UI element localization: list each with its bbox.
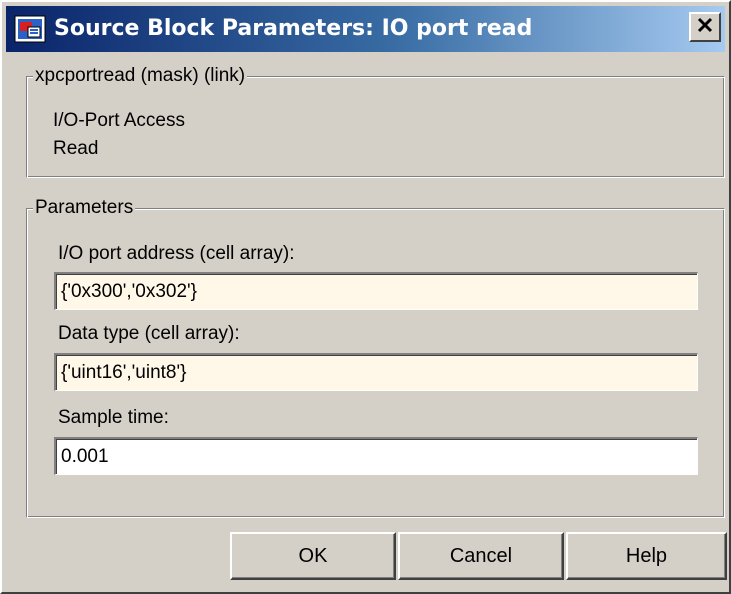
ok-button[interactable]: OK [230,532,396,580]
data-type-label: Data type (cell array): [58,323,240,344]
sample-time-input[interactable] [54,437,698,475]
window-title: Source Block Parameters: IO port read [54,16,533,41]
cancel-button[interactable]: Cancel [398,532,564,580]
data-type-input[interactable] [54,353,698,391]
sample-time-label: Sample time: [58,407,169,428]
close-button[interactable] [689,12,721,42]
dialog-window: Source Block Parameters: IO port read xp… [0,0,731,594]
description-line-2: Read [53,138,99,159]
port-address-label: I/O port address (cell array): [58,243,295,264]
port-address-input[interactable] [54,272,698,310]
description-group: xpcportread (mask) (link) I/O-Port Acces… [26,65,725,178]
title-bar[interactable]: Source Block Parameters: IO port read [6,6,725,52]
simulink-block-icon [14,13,46,45]
help-button[interactable]: Help [566,532,727,580]
close-icon [697,17,713,38]
description-line-1: I/O-Port Access [53,110,185,131]
parameters-group-legend: Parameters [33,197,136,219]
description-group-legend: xpcportread (mask) (link) [33,65,248,87]
